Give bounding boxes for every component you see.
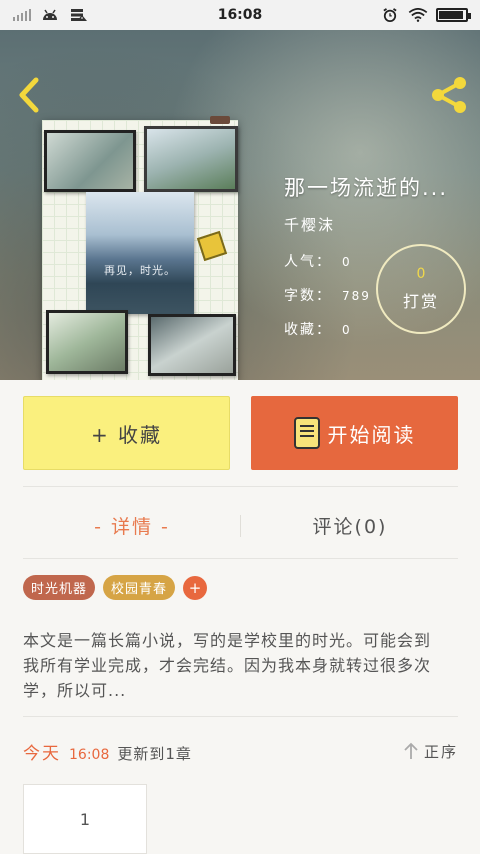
cover-photo-classroom: [148, 314, 236, 376]
back-button[interactable]: [12, 74, 46, 116]
update-day: 今天: [23, 743, 61, 764]
chapter-item[interactable]: 1: [23, 784, 147, 854]
cover-clip: [210, 116, 230, 124]
stat-favorites: 收藏： 0: [284, 319, 352, 339]
book-description[interactable]: 本文是一篇长篇小说，写的是学校里的时光。可能会到我所有学业完成，才会完结。因为我…: [23, 628, 435, 703]
chapter-number: 1: [79, 809, 91, 829]
tab-details[interactable]: - 详情 -: [23, 505, 241, 545]
share-icon: [432, 77, 466, 113]
status-right: [380, 8, 471, 22]
stat-popularity: 人气： 0: [284, 251, 352, 271]
tip-label: 打赏: [402, 292, 439, 311]
divider: [23, 716, 458, 717]
stat-words: 字数： 789: [284, 285, 371, 305]
sort-order-label: 正序: [423, 742, 458, 761]
android-icon: [43, 9, 57, 20]
arrow-up-icon: [404, 742, 418, 759]
share-button[interactable]: [428, 74, 470, 116]
add-tag-button[interactable]: +: [183, 575, 208, 600]
tab-comments[interactable]: 评论(0): [241, 505, 459, 545]
tip-count: 0: [416, 266, 426, 282]
sort-order-button[interactable]: 正序: [402, 741, 458, 762]
tag-item[interactable]: 校园青春: [103, 575, 176, 600]
cover-photo-basketball: [144, 126, 238, 192]
update-time: 16:08: [69, 746, 110, 763]
stat-popularity-value: 0: [342, 255, 352, 269]
stat-words-label: 字数：: [284, 288, 332, 304]
book-cover[interactable]: 再见，时光。: [42, 116, 238, 380]
chevron-left-icon: [19, 77, 39, 113]
tip-button[interactable]: 0 打赏: [376, 244, 466, 334]
wifi-icon: [408, 8, 428, 22]
status-left: [12, 8, 88, 22]
tag-list: 时光机器 校园青春 +: [23, 575, 208, 600]
tag-item[interactable]: 时光机器: [23, 575, 96, 600]
stat-words-value: 789: [342, 289, 371, 303]
book-author[interactable]: 千樱沫: [284, 214, 335, 235]
favorite-button-label: + 收藏: [90, 422, 163, 447]
stat-favorites-value: 0: [342, 323, 352, 337]
book-icon: [293, 417, 320, 449]
add-to-favorites-button[interactable]: + 收藏: [23, 396, 230, 470]
cover-caption: 再见，时光。: [104, 264, 176, 277]
update-info: 今天 16:08 更新到1章: [23, 739, 192, 764]
divider: [23, 486, 458, 487]
cover-photo-corridor: [44, 130, 136, 192]
start-reading-button[interactable]: 开始阅读: [251, 396, 458, 470]
storage-icon: [71, 9, 87, 21]
stat-favorites-label: 收藏：: [284, 322, 332, 338]
status-bar: 16:08: [0, 0, 480, 30]
stat-popularity-label: 人气：: [284, 254, 332, 270]
book-title: 那一场流逝的...: [284, 176, 449, 200]
alarm-icon: [383, 8, 397, 22]
book-header: 再见，时光。 那一场流逝的... 千樱沫 人气： 0 字数： 789 收藏： 0 0 …: [0, 30, 480, 380]
update-text: 更新到1章: [117, 744, 192, 763]
cover-photo-lake: 再见，时光。: [86, 192, 194, 314]
cover-sticker: [196, 230, 228, 262]
divider: [23, 558, 458, 559]
signal-icon: [13, 9, 31, 21]
cover-photo-bikes: [46, 310, 128, 374]
battery-icon: [436, 8, 471, 22]
update-row: 今天 16:08 更新到1章 正序: [23, 736, 458, 766]
read-button-label: 开始阅读: [327, 422, 416, 447]
